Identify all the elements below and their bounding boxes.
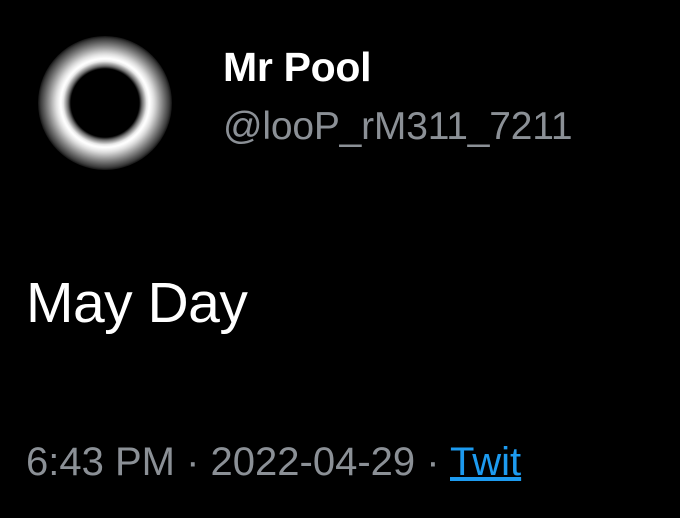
tweet-date[interactable]: 2022-04-29 (211, 440, 416, 484)
tweet-card: Mr Pool @looP_rM311_7211 May Day 6:43 PM… (0, 0, 680, 518)
tweet-text: May Day (26, 271, 248, 335)
meta-separator: · (186, 440, 200, 484)
user-handle[interactable]: @looP_rM311_7211 (223, 105, 573, 149)
display-name[interactable]: Mr Pool (223, 44, 372, 91)
tweet-metadata: 6:43 PM · 2022-04-29 · Twit (26, 440, 680, 485)
tweet-source-link[interactable]: Twit (450, 440, 521, 484)
meta-separator: · (426, 440, 440, 484)
avatar[interactable] (38, 36, 172, 170)
tweet-time[interactable]: 6:43 PM (26, 440, 175, 484)
